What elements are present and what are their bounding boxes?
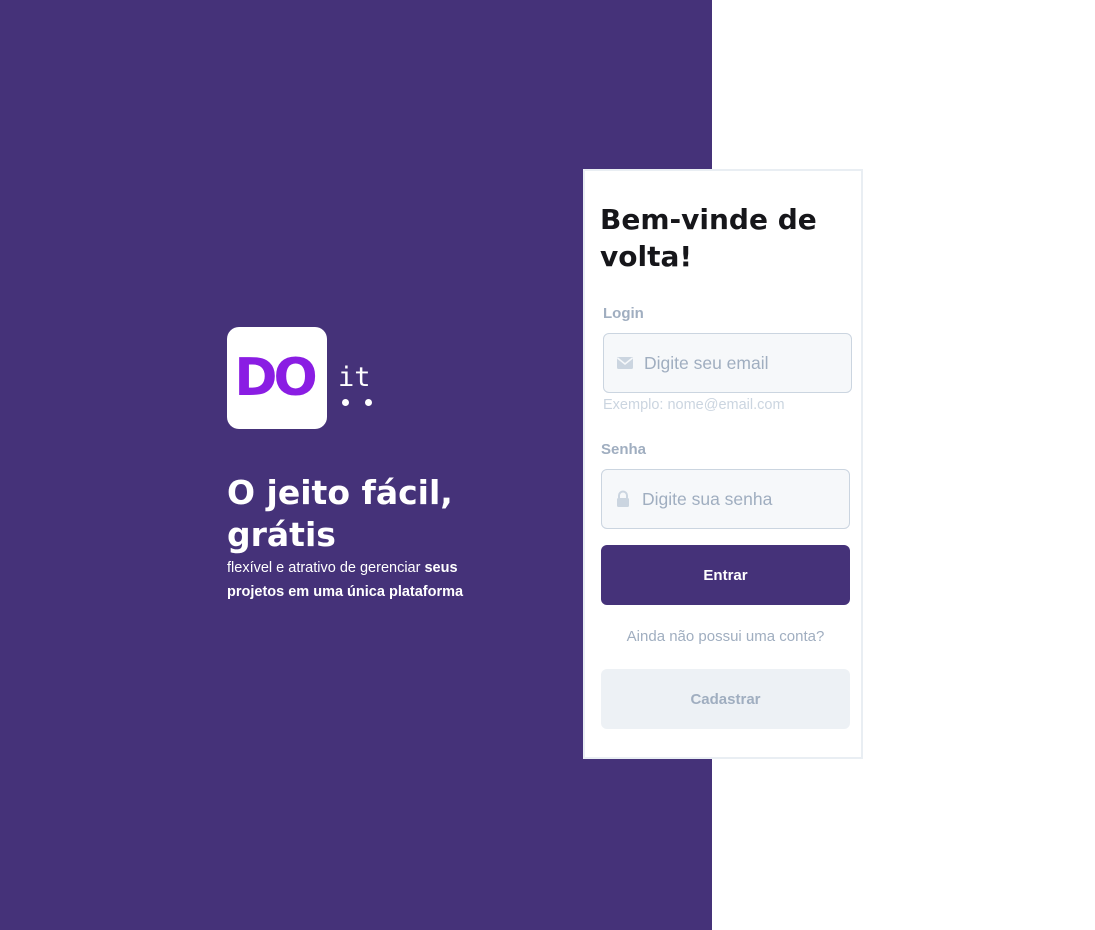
envelope-icon bbox=[616, 354, 634, 372]
login-title: Bem-vinde de volta! bbox=[600, 203, 817, 273]
signup-button[interactable]: Cadastrar bbox=[601, 669, 850, 729]
hero-subtitle-plain: flexível e atrativo de gerenciar bbox=[227, 560, 425, 576]
email-field[interactable] bbox=[644, 334, 844, 392]
logo: DO bbox=[227, 327, 327, 429]
logo-dots bbox=[340, 399, 376, 407]
signup-question: Ainda não possui uma conta? bbox=[626, 628, 825, 645]
login-button[interactable]: Entrar bbox=[601, 545, 850, 605]
password-field[interactable] bbox=[642, 470, 842, 528]
hero-title: O jeito fácil, grátis bbox=[227, 473, 453, 554]
password-label: Senha bbox=[601, 441, 647, 458]
email-label: Login bbox=[603, 305, 644, 322]
hero-subtitle: flexível e atrativo de gerenciar seus pr… bbox=[227, 556, 485, 604]
email-hint: Exemplo: nome@email.com bbox=[603, 397, 785, 413]
email-field-wrapper[interactable] bbox=[603, 333, 852, 393]
lock-icon bbox=[614, 490, 632, 508]
logo-suffix: it bbox=[338, 362, 371, 393]
logo-text: DO bbox=[234, 348, 317, 408]
password-field-wrapper[interactable] bbox=[601, 469, 850, 529]
